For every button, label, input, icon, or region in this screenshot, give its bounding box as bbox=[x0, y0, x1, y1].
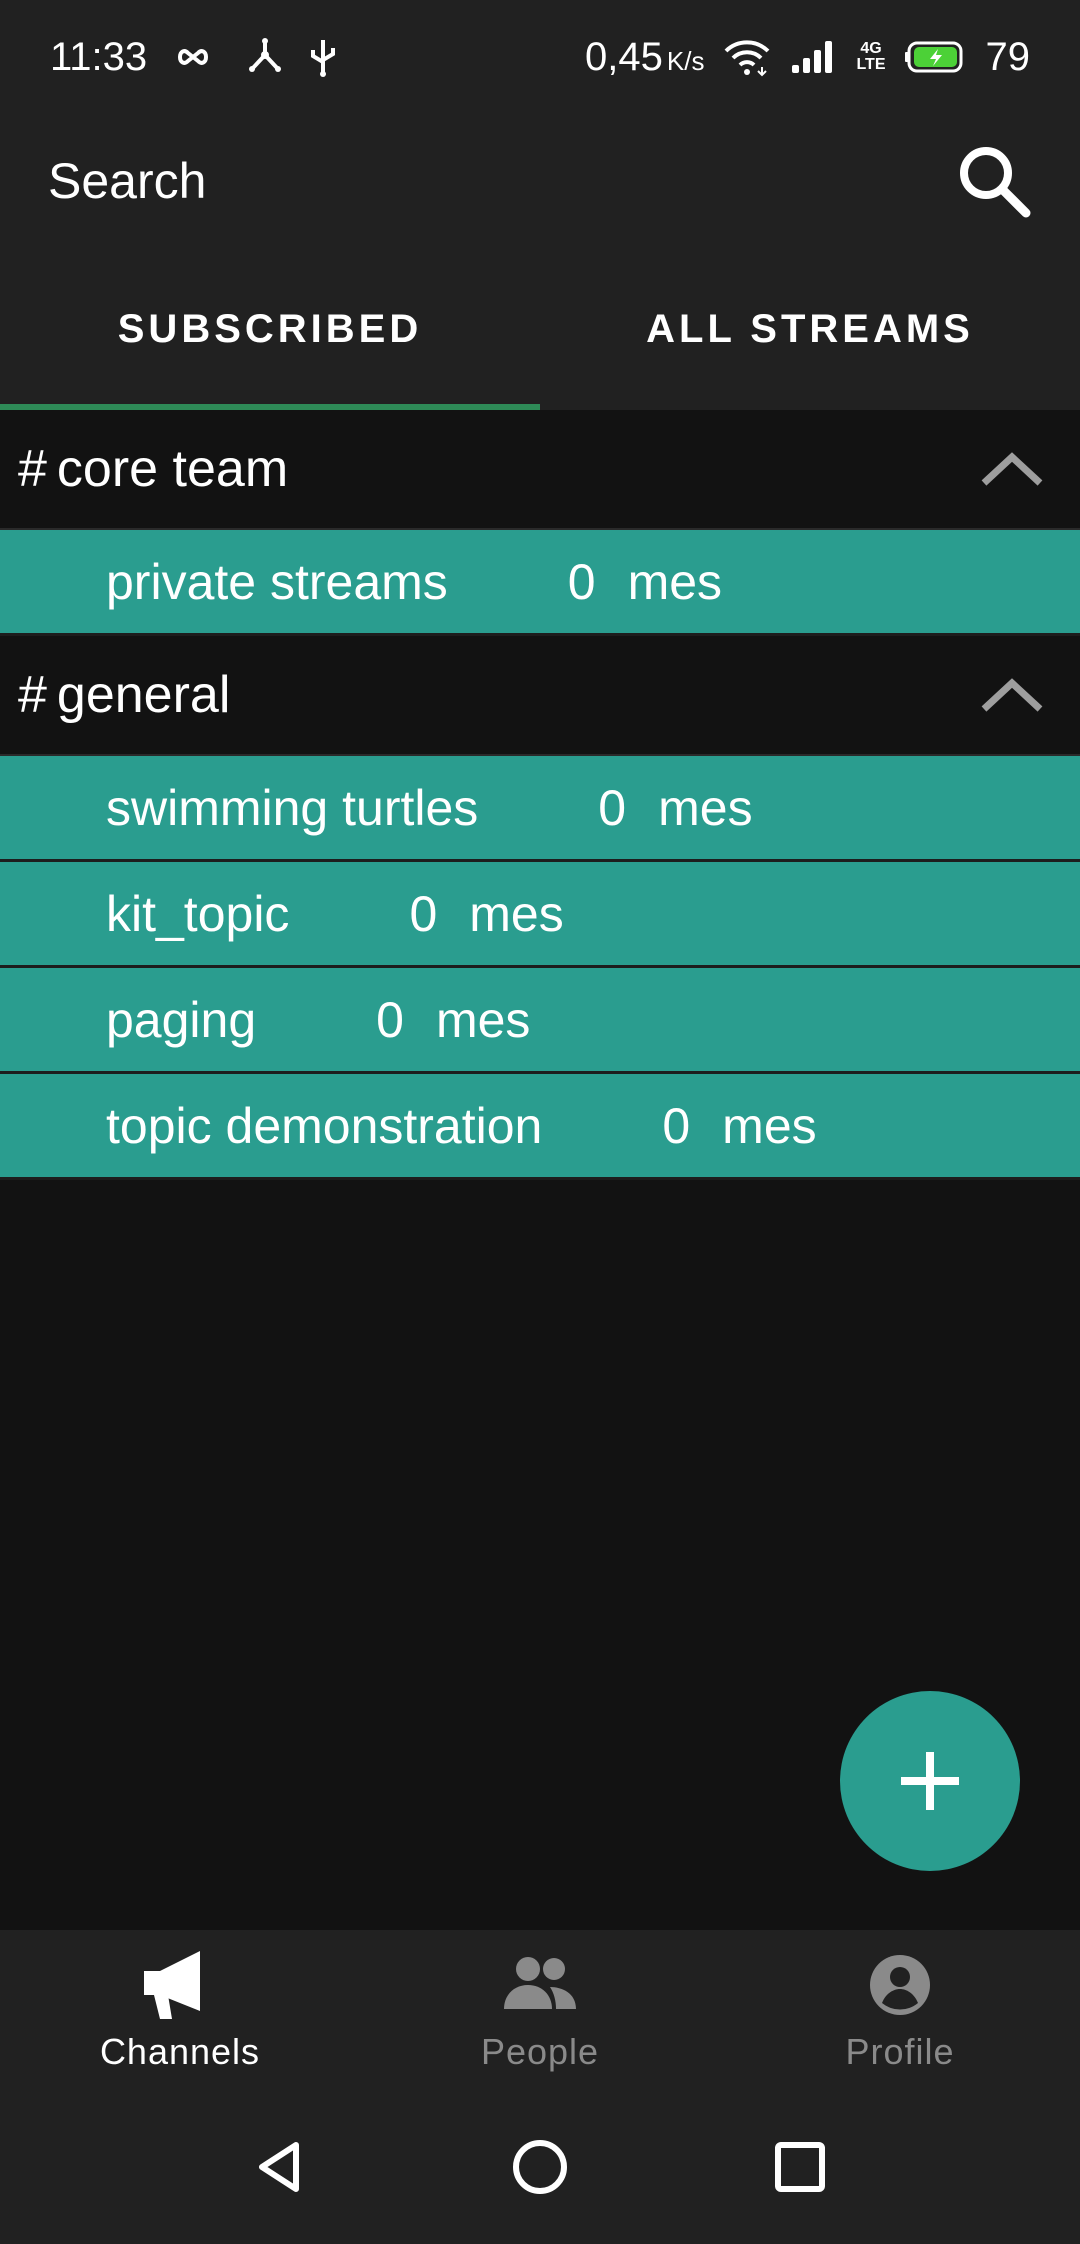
signal-icon bbox=[790, 39, 838, 75]
topic-count: 0 bbox=[598, 779, 627, 836]
topic-unit: mes bbox=[435, 991, 531, 1048]
network-type-bottom: LTE bbox=[856, 56, 886, 73]
home-button[interactable] bbox=[495, 2122, 585, 2212]
speed-unit: K/s bbox=[666, 45, 705, 76]
topic-unit: mes bbox=[469, 885, 564, 942]
nav-label: Channels bbox=[99, 2031, 261, 2072]
stream-name: core team bbox=[56, 440, 289, 498]
system-navigation-bar bbox=[0, 2090, 1080, 2244]
recents-button[interactable] bbox=[755, 2122, 845, 2212]
topic-row[interactable]: kit_topic 0 mes bbox=[0, 862, 1080, 968]
battery-level: 79 bbox=[985, 34, 1031, 79]
usb-icon bbox=[309, 36, 337, 78]
topic-unit: mes bbox=[722, 1097, 817, 1154]
clock: 11:33 bbox=[50, 34, 148, 79]
recents-square-icon bbox=[775, 2142, 825, 2192]
search-button[interactable] bbox=[946, 133, 1042, 229]
topic-count: 0 bbox=[409, 885, 438, 942]
topic-name: topic demonstration bbox=[106, 1097, 543, 1154]
bottom-navigation: Channels People Profile bbox=[0, 1930, 1080, 2090]
search-bar bbox=[0, 114, 1080, 248]
search-icon bbox=[960, 147, 1031, 218]
network-type-top: 4G bbox=[860, 40, 882, 57]
speed-value: 0,45 bbox=[585, 34, 663, 79]
topic-row[interactable]: swimming turtles 0 mes bbox=[0, 756, 1080, 862]
status-bar: 11:33 0,45 K/s 4G LTE 79 bbox=[0, 0, 1080, 114]
stream-list: # core team private streams 0 mes # gene… bbox=[0, 410, 1080, 1180]
topic-name: paging bbox=[106, 991, 257, 1048]
infinity-icon bbox=[171, 42, 221, 72]
topic-unit: mes bbox=[658, 779, 753, 836]
battery-charging-icon bbox=[904, 40, 968, 74]
nav-people[interactable]: People bbox=[360, 1930, 720, 2090]
network-type: 4G LTE bbox=[856, 41, 885, 73]
add-stream-button[interactable] bbox=[840, 1691, 1020, 1871]
topic-name: private streams bbox=[106, 553, 448, 610]
nav-label: People bbox=[480, 2031, 600, 2072]
topic-row[interactable]: paging 0 mes bbox=[0, 968, 1080, 1074]
tab-all-streams[interactable]: ALL STREAMS bbox=[540, 248, 1080, 410]
nav-channels[interactable]: Channels bbox=[0, 1930, 360, 2090]
back-button[interactable] bbox=[235, 2122, 325, 2212]
network-speed: 0,45 K/s bbox=[585, 35, 704, 80]
nav-profile[interactable]: Profile bbox=[720, 1930, 1080, 2090]
topic-unit: mes bbox=[627, 553, 723, 610]
stream-name: general bbox=[56, 666, 231, 724]
topic-row[interactable]: private streams 0 mes bbox=[0, 530, 1080, 636]
stream-tabs: SUBSCRIBED ALL STREAMS bbox=[0, 248, 1080, 410]
chevron-up-icon[interactable] bbox=[972, 429, 1052, 509]
hash-symbol: # bbox=[18, 666, 47, 724]
profile-icon bbox=[870, 1955, 930, 2015]
chevron-up-icon[interactable] bbox=[972, 655, 1052, 735]
app-screen: 11:33 0,45 K/s 4G LTE 79 Search SUBSCRIB… bbox=[0, 0, 1080, 2244]
nav-label: Profile bbox=[845, 2031, 955, 2072]
topic-name: swimming turtles bbox=[106, 779, 479, 836]
wifi-icon bbox=[722, 37, 772, 77]
hotspot-share-icon bbox=[245, 37, 285, 77]
plus-icon bbox=[901, 1752, 959, 1810]
stream-title: # core team bbox=[18, 439, 288, 499]
stream-header-general[interactable]: # general bbox=[0, 636, 1080, 756]
megaphone-icon bbox=[144, 1951, 200, 2019]
tab-subscribed[interactable]: SUBSCRIBED bbox=[0, 248, 540, 410]
hash-symbol: # bbox=[18, 440, 47, 498]
stream-title: # general bbox=[18, 665, 230, 725]
people-icon bbox=[504, 1957, 576, 2009]
topic-count: 0 bbox=[376, 991, 404, 1048]
stream-header-core-team[interactable]: # core team bbox=[0, 410, 1080, 530]
topic-name: kit_topic bbox=[106, 885, 290, 942]
topic-count: 0 bbox=[567, 553, 596, 610]
topic-row[interactable]: topic demonstration 0 mes bbox=[0, 1074, 1080, 1180]
back-triangle-icon bbox=[259, 2142, 299, 2192]
home-circle-icon bbox=[513, 2140, 567, 2194]
search-input[interactable] bbox=[48, 152, 946, 210]
topic-count: 0 bbox=[662, 1097, 691, 1154]
